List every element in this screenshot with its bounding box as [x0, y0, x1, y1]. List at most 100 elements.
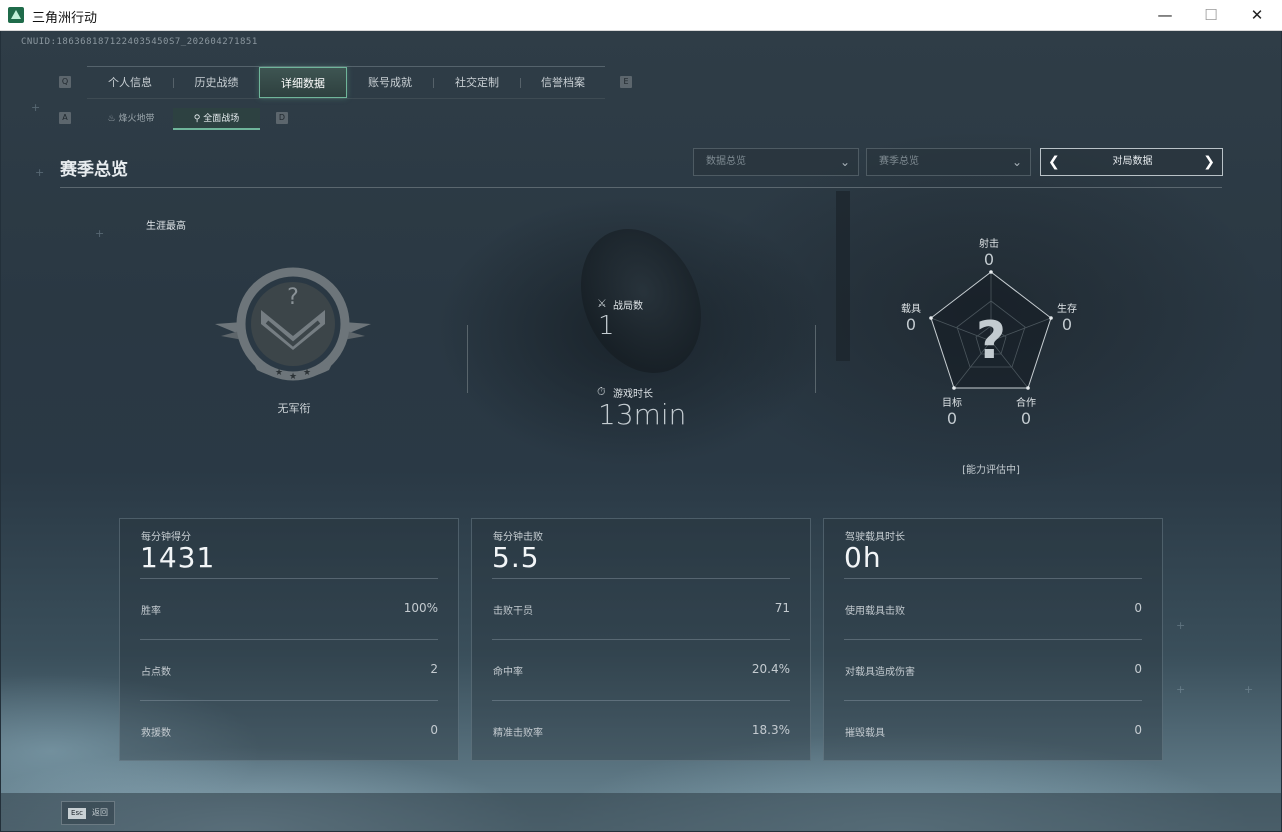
- card-divider: [844, 578, 1142, 579]
- card-row-value: 20.4%: [751, 662, 790, 676]
- score-per-minute-card: 每分钟得分 1431 胜率 100% 占点数 2 救援数 0: [119, 518, 459, 761]
- tab-prev-key[interactable]: Q: [59, 76, 71, 88]
- card-main-value: 1431: [140, 541, 216, 574]
- radar-label-objective: 目标: [942, 398, 962, 409]
- card-row-label: 胜率: [141, 606, 161, 617]
- tab-history[interactable]: 历史战绩: [174, 67, 259, 98]
- card-row-label: 使用载具击败: [845, 606, 905, 617]
- decor-cross-icon: +: [31, 101, 41, 114]
- card-row-label: 精准击败率: [493, 728, 543, 739]
- radar-label-shooting: 射击: [979, 239, 999, 250]
- card-row-label: 救援数: [141, 728, 171, 739]
- back-button[interactable]: Esc 返回: [61, 801, 115, 825]
- match-data-pager: ❮ 对局数据 ❯: [1040, 148, 1223, 176]
- maximize-button[interactable]: ☐: [1188, 0, 1234, 31]
- card-row-value: 0: [430, 723, 438, 737]
- decor-cross-icon: +: [1176, 683, 1186, 696]
- card-divider: [492, 700, 790, 701]
- chevron-down-icon: ⌄: [839, 155, 850, 169]
- svg-text:?: ?: [287, 285, 299, 310]
- svg-text:?: ?: [976, 311, 1006, 371]
- season-dropdown[interactable]: 赛季总览 ⌄: [866, 148, 1031, 176]
- tab-next-key[interactable]: E: [620, 76, 632, 88]
- battlefield-icon: ⚲: [193, 114, 201, 124]
- tab-achievements[interactable]: 账号成就: [347, 67, 433, 98]
- card-divider: [492, 639, 790, 640]
- subtab-prev-key[interactable]: A: [59, 112, 71, 124]
- user-id-text: CNUID:1863681871224035450S7_202604271851: [21, 37, 258, 47]
- tab-personal-info[interactable]: 个人信息: [87, 67, 173, 98]
- subtab-label: 全面战场: [203, 114, 240, 124]
- card-row-value: 71: [774, 601, 790, 615]
- stopwatch-icon: ⏱: [597, 385, 606, 398]
- section-title: 赛季总览: [60, 160, 128, 180]
- crossed-swords-icon: ⚔: [597, 297, 607, 310]
- main-tab-bar: 个人信息 历史战绩 详细数据 账号成就 社交定制 信誉档案: [87, 66, 605, 99]
- card-row-label: 对载具造成伤害: [845, 667, 915, 678]
- app-logo-icon: [8, 7, 24, 23]
- vehicle-time-card: 驾驶载具时长 0h 使用载具击败 0 对载具造成伤害 0 摧毁载具 0: [823, 518, 1163, 761]
- ability-radar-chart: ?: [929, 270, 1053, 390]
- card-row-label: 摧毁载具: [845, 728, 885, 739]
- tab-credit[interactable]: 信誉档案: [521, 67, 605, 98]
- back-label: 返回: [92, 808, 108, 817]
- decor-cross-icon: +: [35, 166, 45, 179]
- radar-value-objective: 0: [946, 409, 958, 428]
- decor-cross-icon: +: [1244, 683, 1254, 696]
- subtab-label: 烽火地带: [118, 114, 155, 124]
- rank-name: 无军衔: [277, 402, 311, 415]
- close-button[interactable]: ✕: [1234, 0, 1280, 31]
- radar-status: [能力评估中]: [962, 465, 1020, 476]
- window-titlebar: 三角洲行动 — ☐ ✕: [0, 0, 1282, 31]
- playtime-value: 13min: [598, 398, 687, 431]
- card-divider: [140, 700, 438, 701]
- subtab-hazard-zone[interactable]: ♨ 烽火地带: [89, 108, 173, 130]
- card-main-value: 0h: [844, 541, 882, 574]
- data-overview-dropdown[interactable]: 数据总览 ⌄: [693, 148, 859, 176]
- column-divider: [815, 325, 816, 393]
- card-row-value: 100%: [403, 601, 438, 615]
- card-row-value: 0: [1134, 723, 1142, 737]
- subtab-next-key[interactable]: D: [276, 112, 288, 124]
- radar-value-survival: 0: [1061, 315, 1073, 334]
- dropdown-value: 赛季总览: [879, 156, 919, 167]
- card-row-label: 命中率: [493, 667, 523, 678]
- minimize-button[interactable]: —: [1142, 0, 1188, 31]
- card-row-value: 0: [1134, 601, 1142, 615]
- dropdown-value: 数据总览: [706, 156, 746, 167]
- kills-per-minute-card: 每分钟击败 5.5 击败干员 71 命中率 20.4% 精准击败率 18.3%: [471, 518, 811, 761]
- tab-detailed-data[interactable]: 详细数据: [259, 67, 347, 98]
- decor-cross-icon: +: [95, 227, 105, 240]
- subtab-full-battlefield[interactable]: ⚲ 全面战场: [173, 108, 260, 130]
- radar-value-vehicle: 0: [905, 315, 917, 334]
- card-divider: [492, 578, 790, 579]
- card-row-label: 占点数: [141, 667, 171, 678]
- card-divider: [140, 578, 438, 579]
- card-row-value: 2: [430, 662, 438, 676]
- radar-label-survival: 生存: [1057, 304, 1077, 315]
- bottom-bar: [1, 793, 1281, 831]
- window-title: 三角洲行动: [32, 11, 98, 26]
- card-row-value: 0: [1134, 662, 1142, 676]
- chevron-right-icon[interactable]: ❯: [1203, 149, 1215, 175]
- card-main-value: 5.5: [492, 541, 540, 574]
- decor-cross-icon: +: [1176, 619, 1186, 632]
- card-row-label: 击败干员: [493, 606, 533, 617]
- rank-emblem-icon: ? ★ ★ ★: [215, 267, 371, 382]
- matches-label: 战局数: [613, 301, 643, 312]
- radar-value-teamwork: 0: [1020, 409, 1032, 428]
- svg-text:★: ★: [289, 372, 297, 382]
- tab-social[interactable]: 社交定制: [434, 67, 520, 98]
- svg-text:★: ★: [275, 368, 283, 378]
- flame-icon: ♨: [107, 114, 116, 124]
- radar-value-shooting: 0: [983, 250, 995, 269]
- esc-key-icon: Esc: [68, 808, 86, 819]
- matches-value: 1: [598, 311, 615, 341]
- svg-text:★: ★: [303, 368, 311, 378]
- chevron-down-icon: ⌄: [1011, 155, 1022, 169]
- card-divider: [140, 639, 438, 640]
- column-divider: [467, 325, 468, 393]
- section-divider: [60, 187, 1222, 188]
- radar-label-teamwork: 合作: [1016, 398, 1036, 409]
- radar-label-vehicle: 载具: [901, 304, 921, 315]
